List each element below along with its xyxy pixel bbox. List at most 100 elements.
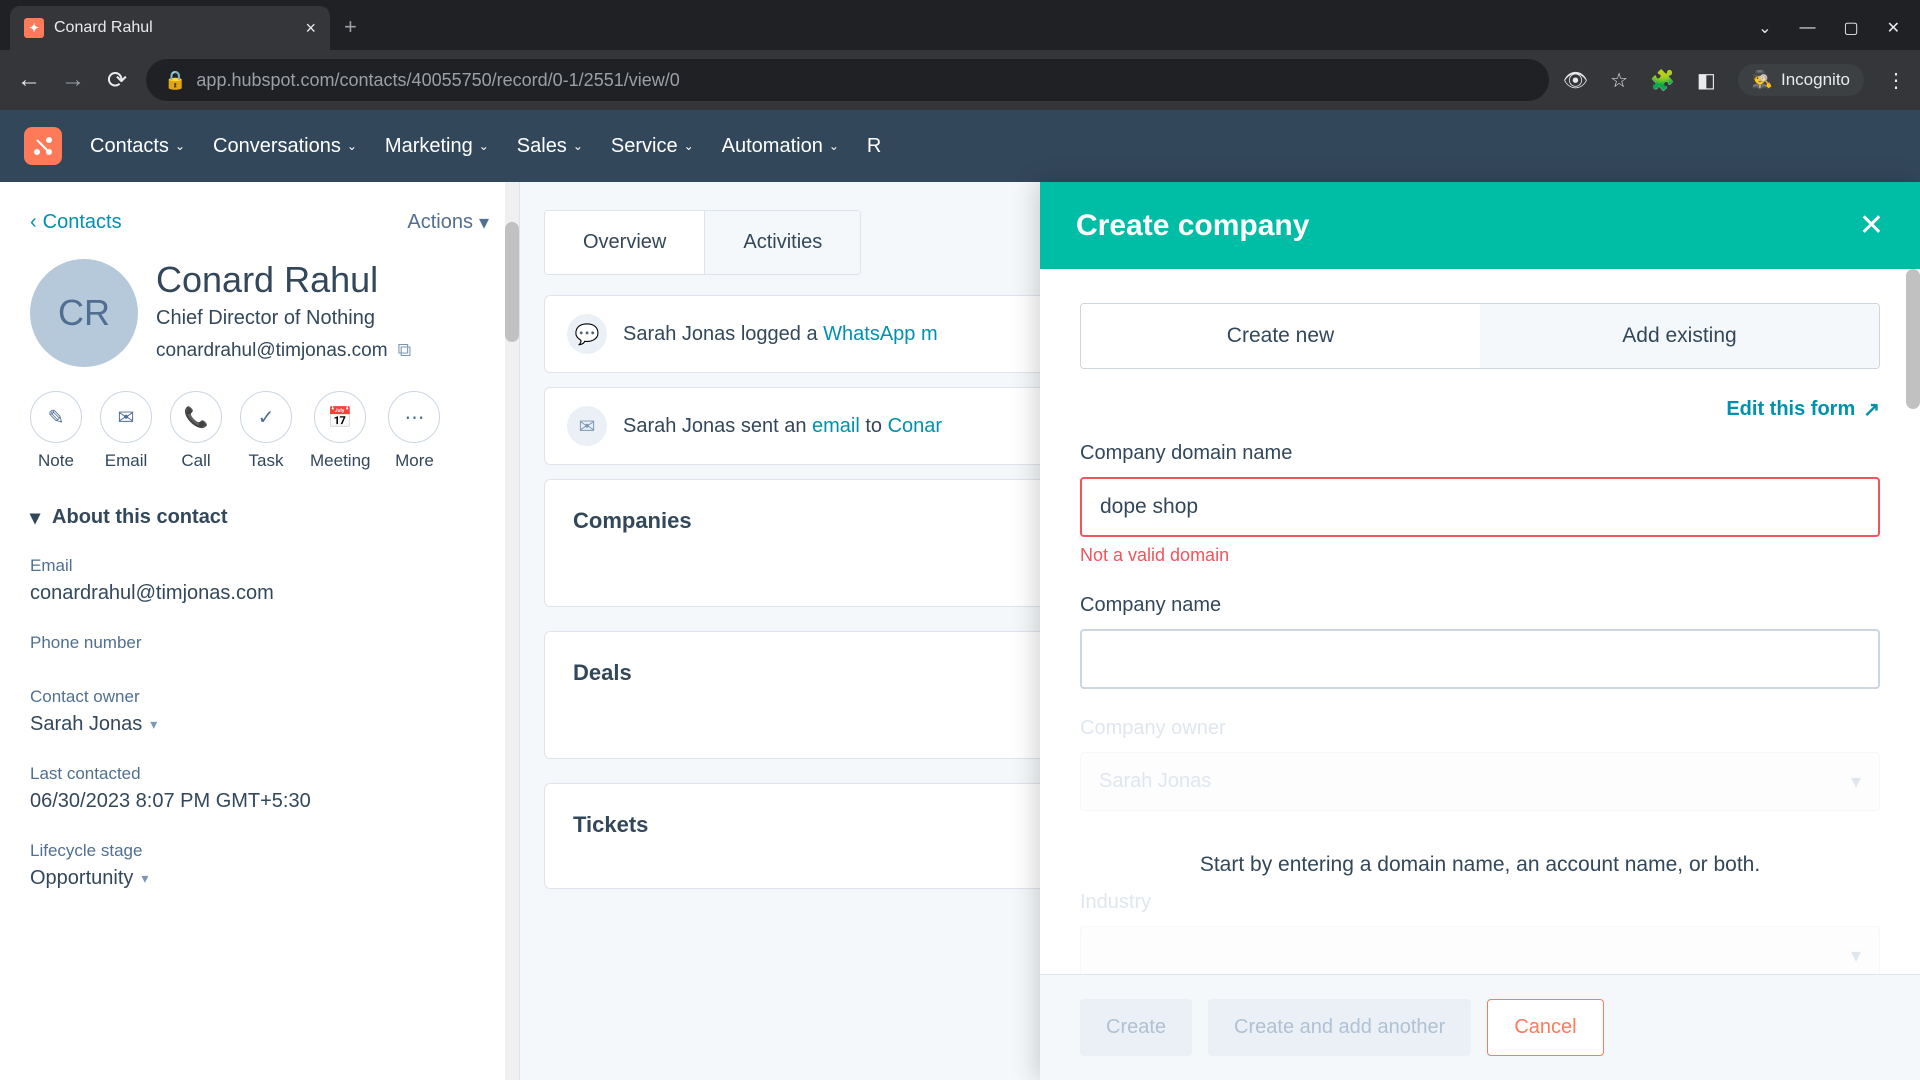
contact-header: CR Conard Rahul Chief Director of Nothin… — [30, 259, 489, 367]
company-name-label: Company name — [1080, 594, 1880, 617]
phone-label: Phone number — [30, 633, 489, 653]
nav-marketing[interactable]: Marketing⌄ — [385, 135, 489, 158]
address-bar[interactable]: 🔒 app.hubspot.com/contacts/40055750/reco… — [146, 59, 1549, 101]
last-contacted-value: 06/30/2023 8:07 PM GMT+5:30 — [30, 790, 489, 813]
panel-scrollbar[interactable] — [1906, 269, 1920, 974]
email-button[interactable]: ✉ — [100, 391, 152, 443]
back-icon[interactable]: ← — [14, 66, 44, 94]
panel-title: Create company — [1076, 209, 1309, 243]
owner-value[interactable]: Sarah Jonas▾ — [30, 713, 489, 736]
domain-label: Company domain name — [1080, 442, 1880, 465]
extensions-icon[interactable]: 🧩 — [1650, 68, 1675, 93]
close-icon[interactable]: ✕ — [1859, 208, 1884, 243]
record-tabs: Overview Activities — [544, 210, 861, 275]
actions-dropdown[interactable]: Actions ▾ — [407, 210, 489, 235]
task-button[interactable]: ✓ — [240, 391, 292, 443]
app-nav: Contacts⌄ Conversations⌄ Marketing⌄ Sale… — [0, 110, 1920, 182]
back-to-contacts[interactable]: ‹ Contacts — [30, 211, 122, 234]
industry-dropdown[interactable]: ▾ — [1080, 926, 1880, 975]
nav-contacts[interactable]: Contacts⌄ — [90, 135, 185, 158]
maximize-icon[interactable]: ▢ — [1843, 18, 1858, 38]
company-name-input[interactable] — [1080, 629, 1880, 689]
browser-tab[interactable]: ✦ Conard Rahul × — [10, 6, 330, 50]
close-icon[interactable]: ✕ — [1887, 18, 1900, 38]
about-section-toggle[interactable]: ▾ About this contact — [30, 505, 489, 530]
chevron-down-icon[interactable]: ⌄ — [1758, 18, 1771, 38]
activity-contact-link[interactable]: Conar — [888, 415, 942, 437]
domain-error: Not a valid domain — [1080, 545, 1880, 566]
new-tab-button[interactable]: + — [330, 4, 371, 50]
kebab-icon[interactable]: ⋮ — [1886, 68, 1906, 93]
chevron-left-icon: ‹ — [30, 211, 37, 234]
tab-activities[interactable]: Activities — [704, 211, 860, 274]
hint-text: Start by entering a domain name, an acco… — [1080, 839, 1880, 891]
panel-body: Create new Add existing Edit this form ↗… — [1040, 269, 1920, 974]
nav-automation[interactable]: Automation⌄ — [722, 135, 839, 158]
whatsapp-icon: 💬 — [567, 314, 607, 354]
scroll-thumb[interactable] — [1906, 269, 1920, 409]
chevron-down-icon: ⌄ — [684, 139, 694, 153]
note-button[interactable]: ✎ — [30, 391, 82, 443]
lifecycle-label: Lifecycle stage — [30, 841, 489, 861]
owner-label: Company owner — [1080, 717, 1880, 740]
envelope-icon: ✉ — [567, 406, 607, 446]
activity-link[interactable]: email — [812, 415, 860, 437]
activity-link[interactable]: WhatsApp m — [823, 323, 937, 345]
meeting-button[interactable]: 📅 — [314, 391, 366, 443]
domain-input[interactable] — [1080, 477, 1880, 537]
copy-icon[interactable]: ⧉ — [398, 340, 412, 362]
tab-overview[interactable]: Overview — [545, 211, 704, 274]
edit-form-link[interactable]: Edit this form ↗ — [1726, 397, 1880, 422]
lifecycle-value[interactable]: Opportunity▾ — [30, 867, 489, 890]
panel-footer: Create Create and add another Cancel — [1040, 974, 1920, 1080]
minimize-icon[interactable]: — — [1799, 19, 1815, 37]
cancel-button[interactable]: Cancel — [1487, 999, 1603, 1056]
owner-label: Contact owner — [30, 687, 489, 707]
browser-chrome: ✦ Conard Rahul × + ⌄ — ▢ ✕ ← → ⟳ 🔒 app.h… — [0, 0, 1920, 110]
email-label: Email — [30, 556, 489, 576]
chevron-down-icon: ⌄ — [479, 139, 489, 153]
email-value[interactable]: conardrahul@timjonas.com — [30, 582, 489, 605]
tab-strip: ✦ Conard Rahul × + ⌄ — ▢ ✕ — [0, 0, 1920, 50]
nav-conversations[interactable]: Conversations⌄ — [213, 135, 357, 158]
window-controls: ⌄ — ▢ ✕ — [1758, 6, 1920, 50]
url-text: app.hubspot.com/contacts/40055750/record… — [196, 70, 679, 91]
address-row: ← → ⟳ 🔒 app.hubspot.com/contacts/4005575… — [0, 50, 1920, 110]
chevron-down-icon: ⌄ — [573, 139, 583, 153]
tab-close-icon[interactable]: × — [305, 18, 316, 39]
industry-label: Industry — [1080, 891, 1880, 914]
call-button[interactable]: 📞 — [170, 391, 222, 443]
sidebar-scrollbar[interactable] — [505, 182, 519, 1080]
create-add-another-button[interactable]: Create and add another — [1208, 999, 1471, 1056]
lock-icon: 🔒 — [164, 70, 186, 91]
external-link-icon: ↗ — [1863, 397, 1880, 422]
owner-dropdown[interactable]: Sarah Jonas ▾ — [1080, 752, 1880, 811]
nav-service[interactable]: Service⌄ — [611, 135, 694, 158]
contact-sidebar: ‹ Contacts Actions ▾ CR Conard Rahul Chi… — [0, 182, 520, 1080]
favicon: ✦ — [24, 18, 44, 38]
star-icon[interactable]: ☆ — [1610, 68, 1628, 93]
hubspot-logo[interactable] — [24, 127, 62, 165]
sidepanel-icon[interactable]: ◧ — [1697, 68, 1716, 93]
create-button[interactable]: Create — [1080, 999, 1192, 1056]
last-contacted-label: Last contacted — [30, 764, 489, 784]
nav-reports[interactable]: R — [867, 135, 881, 158]
reload-icon[interactable]: ⟳ — [102, 66, 132, 95]
nav-sales[interactable]: Sales⌄ — [517, 135, 583, 158]
forward-icon[interactable]: → — [58, 66, 88, 94]
tab-create-new[interactable]: Create new — [1081, 304, 1480, 368]
chevron-down-icon: ⌄ — [829, 139, 839, 153]
eye-off-icon[interactable]: 👁 — [1563, 68, 1588, 93]
panel-tab-switch: Create new Add existing — [1080, 303, 1880, 369]
more-button[interactable]: ⋯ — [388, 391, 440, 443]
chevron-down-icon: ▾ — [150, 716, 157, 733]
action-icons-row: ✎Note ✉Email 📞Call ✓Task 📅Meeting ⋯More — [30, 391, 489, 471]
chevron-down-icon: ▾ — [1851, 943, 1861, 968]
incognito-badge[interactable]: 🕵️ Incognito — [1738, 64, 1864, 96]
scroll-thumb[interactable] — [505, 222, 519, 342]
create-company-panel: Create company ✕ Create new Add existing… — [1040, 182, 1920, 1080]
tab-add-existing[interactable]: Add existing — [1480, 304, 1879, 368]
chevron-down-icon: ▾ — [1851, 769, 1861, 794]
contact-subtitle: Chief Director of Nothing — [156, 307, 411, 330]
avatar[interactable]: CR — [30, 259, 138, 367]
